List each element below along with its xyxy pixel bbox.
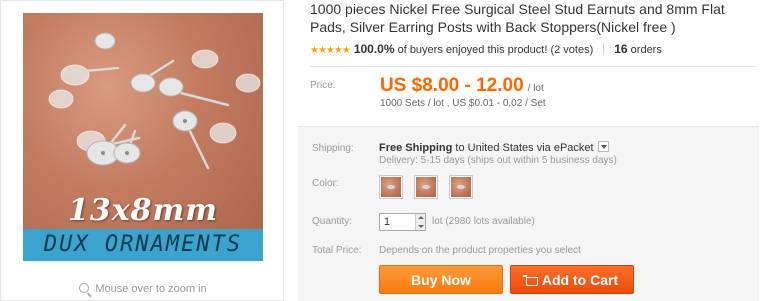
product-image[interactable]: 13x8mm DUX ORNAMENTS (23, 13, 263, 261)
rating-stars-icon: ★★★★★ (310, 45, 351, 56)
add-to-cart-button[interactable]: Add to Cart (510, 265, 634, 294)
price-per-set: 1000 Sets / lot , US $0.01 - 0.02 / Set (380, 98, 546, 109)
orders-count: 16 (614, 42, 628, 56)
total-price-label: Total Price: (312, 245, 362, 256)
purchase-options: Shipping: Free Shipping to United States… (298, 126, 759, 301)
zoom-hint-text: Mouse over to zoom in (95, 283, 207, 295)
zoom-hint: Mouse over to zoom in (1, 283, 285, 295)
cart-icon (522, 275, 538, 286)
swatch-image (416, 177, 436, 197)
price-unit: / lot (527, 83, 544, 94)
magnifier-icon (79, 283, 90, 293)
delivery-estimate: Delivery: 5-15 days (ships out within 5 … (379, 155, 617, 166)
quantity-availability: lot (2980 lots available) (432, 216, 535, 227)
quantity-label: Quantity: (312, 216, 353, 227)
product-gallery: 13x8mm DUX ORNAMENTS Mouse over to zoom … (0, 0, 284, 301)
rating-row: ★★★★★ 100.0% of buyers enjoyed this produ… (310, 42, 760, 58)
chevron-down-icon[interactable] (597, 141, 609, 152)
color-swatch-1[interactable] (379, 175, 403, 199)
shipping-label: Shipping: (312, 143, 354, 154)
image-size-overlay: 13x8mm (68, 193, 218, 228)
rating-text: of buyers enjoyed this product! (2 votes… (394, 44, 594, 56)
image-brand-overlay: DUX ORNAMENTS (23, 229, 263, 261)
swatch-image (451, 177, 471, 197)
divider (603, 43, 605, 55)
add-to-cart-label: Add to Cart (541, 272, 619, 288)
quantity-value[interactable]: 1 (384, 216, 390, 228)
free-shipping-text: Free Shipping (379, 142, 453, 154)
color-swatch-2[interactable] (414, 175, 438, 199)
color-label: Color: (312, 178, 339, 189)
price-value: US $8.00 - 12.00 (380, 75, 524, 96)
section-divider (310, 66, 757, 67)
price-label: Price: (310, 80, 336, 91)
total-price-text: Depends on the product properties you se… (379, 245, 581, 256)
stepper-arrows-icon[interactable] (415, 214, 425, 230)
buy-now-label: Buy Now (411, 272, 471, 288)
price-value-row: US $8.00 - 12.00/ lot (380, 75, 544, 97)
product-title: 1000 pieces Nickel Free Surgical Steel S… (310, 1, 725, 35)
quantity-stepper[interactable]: 1 (379, 213, 426, 231)
orders-label: orders (627, 44, 662, 56)
color-swatch-3[interactable] (449, 175, 473, 199)
buy-now-button[interactable]: Buy Now (379, 265, 503, 294)
shipping-info: Free Shipping to United States via ePack… (379, 141, 609, 154)
rating-percent: 100.0% (353, 42, 395, 56)
swatch-image (381, 177, 401, 197)
shipping-destination[interactable]: United States via ePacket (468, 142, 594, 154)
product-detail: 1000 pieces Nickel Free Surgical Steel S… (310, 0, 765, 109)
quantity-row: 1 lot (2980 lots available) (379, 213, 535, 231)
shipping-to: to (452, 142, 468, 154)
